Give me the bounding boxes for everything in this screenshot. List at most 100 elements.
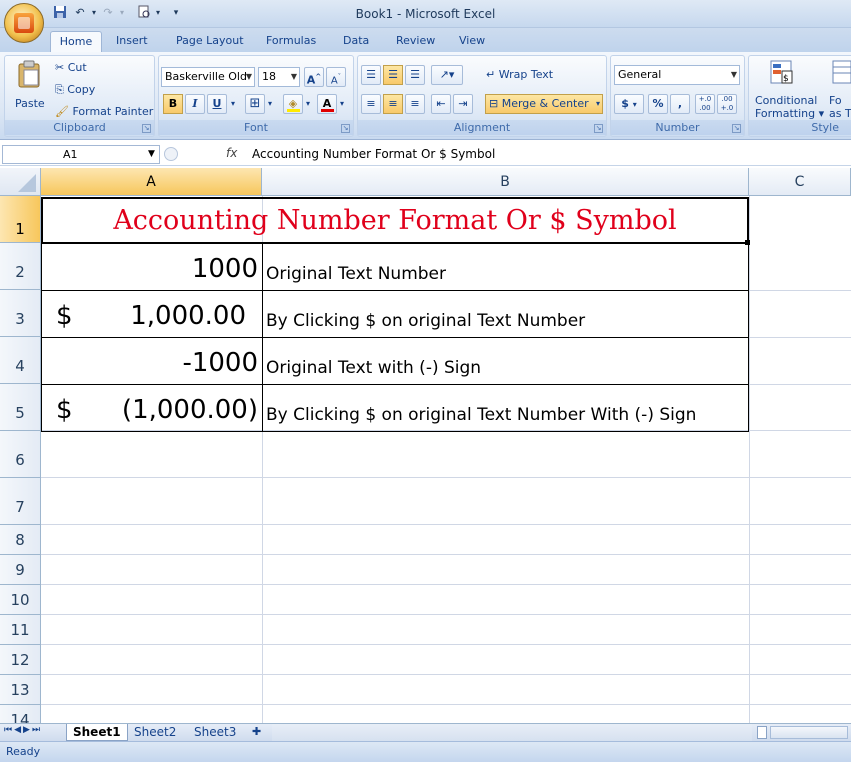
underline-button[interactable]: U	[207, 94, 227, 114]
cell-b2[interactable]: Original Text Number	[266, 264, 446, 284]
row-header-10[interactable]: 10	[0, 585, 41, 615]
name-box-dropdown-icon[interactable]: ▼	[148, 146, 155, 163]
font-name-dropdown-icon[interactable]: ▼	[246, 68, 252, 86]
cell-b4[interactable]: Original Text with (-) Sign	[266, 358, 481, 378]
align-right-icon[interactable]: ≡	[405, 94, 425, 114]
decrease-decimal-button[interactable]: .00 +.0	[717, 94, 737, 114]
column-header-a[interactable]: A	[41, 168, 262, 196]
row-header-6[interactable]: 6	[0, 431, 41, 478]
tab-page-layout[interactable]: Page Layout	[170, 31, 250, 52]
wrap-text-button[interactable]: ↵ Wrap Text	[486, 65, 553, 85]
formula-bar-grip-icon[interactable]	[164, 147, 178, 161]
alignment-launcher-icon[interactable]: ↘	[594, 124, 603, 133]
column-header-b[interactable]: B	[262, 168, 749, 196]
redo-dropdown-icon[interactable]: ▾	[114, 5, 130, 21]
sheet-tab-bar: ⏮◀▶⏭ Sheet1 Sheet2 Sheet3 ✚	[0, 723, 851, 741]
merged-title-cell[interactable]: Accounting Number Format Or $ Symbol	[41, 197, 749, 244]
save-icon[interactable]	[52, 5, 68, 21]
borders-dropdown-icon[interactable]: ▾	[265, 94, 275, 114]
customize-qat-icon[interactable]: ▾	[168, 5, 184, 21]
gridline	[41, 674, 851, 675]
percent-style-button[interactable]: %	[648, 94, 668, 114]
font-size-dropdown-icon[interactable]: ▼	[291, 68, 297, 86]
font-color-icon[interactable]: A	[317, 94, 337, 114]
number-format-dropdown-icon[interactable]: ▼	[731, 66, 737, 84]
cut-button[interactable]: ✂ Cut	[55, 58, 87, 78]
cell-a4[interactable]: -1000	[44, 348, 258, 378]
worksheet-grid[interactable]: A B C 1 2 3 4 5 6 7 8 9 10 11 12 13 14 A…	[0, 168, 851, 723]
row-header-5[interactable]: 5	[0, 384, 41, 431]
fill-color-icon[interactable]: ◈	[283, 94, 303, 114]
cell-a2[interactable]: 1000	[44, 254, 258, 284]
underline-dropdown-icon[interactable]: ▾	[228, 94, 238, 114]
decrease-indent-icon[interactable]: ⇤	[431, 94, 451, 114]
orientation-icon[interactable]: ↗▾	[431, 65, 463, 85]
row-header-7[interactable]: 7	[0, 478, 41, 525]
font-size-combo[interactable]: 18 ▼	[258, 67, 300, 87]
sheet-tab-sheet1[interactable]: Sheet1	[66, 724, 128, 741]
row-header-12[interactable]: 12	[0, 645, 41, 675]
row-header-9[interactable]: 9	[0, 555, 41, 585]
tab-formulas[interactable]: Formulas	[260, 31, 322, 52]
shrink-font-button[interactable]: Aˇ	[326, 67, 346, 87]
align-center-icon[interactable]: ≡	[383, 94, 403, 114]
row-header-3[interactable]: 3	[0, 290, 41, 337]
sheet-tab-sheet3[interactable]: Sheet3	[188, 724, 242, 741]
accounting-format-button[interactable]: $ ▾	[614, 94, 644, 114]
number-launcher-icon[interactable]: ↘	[732, 124, 741, 133]
fill-color-dropdown-icon[interactable]: ▾	[303, 94, 313, 114]
font-group: Baskerville Old ▼ 18 ▼ A^ Aˇ B I U ▾ ⊞ ▾ ◈…	[158, 55, 354, 137]
insert-sheet-icon[interactable]: ✚	[252, 725, 261, 738]
row-header-2[interactable]: 2	[0, 243, 41, 290]
comma-style-button[interactable]: ,	[670, 94, 690, 114]
borders-icon[interactable]: ⊞	[245, 94, 265, 114]
font-name-combo[interactable]: Baskerville Old ▼	[161, 67, 255, 87]
increase-decimal-button[interactable]: +.0 .00	[695, 94, 715, 114]
tab-data[interactable]: Data	[337, 31, 375, 52]
row-header-8[interactable]: 8	[0, 525, 41, 555]
row-header-11[interactable]: 11	[0, 615, 41, 645]
row-header-14[interactable]: 14	[0, 705, 41, 723]
cell-a3[interactable]: 1,000.00	[84, 301, 246, 331]
tab-view[interactable]: View	[453, 31, 491, 52]
name-box[interactable]: A1 ▼	[2, 145, 160, 164]
office-button[interactable]	[4, 3, 44, 43]
sheet-tab-sheet2[interactable]: Sheet2	[128, 724, 182, 741]
format-painter-button[interactable]: 🖌 Format Painter	[55, 102, 153, 122]
qat-dropdown-icon[interactable]: ▾	[150, 5, 166, 21]
italic-button[interactable]: I	[185, 94, 205, 114]
row-header-1[interactable]: 1	[0, 196, 41, 243]
sheet-nav-arrows-icon[interactable]: ⏮◀▶⏭	[4, 725, 42, 735]
tab-home[interactable]: Home	[50, 31, 102, 52]
align-bottom-icon[interactable]: ☰	[405, 65, 425, 85]
number-format-combo[interactable]: General ▼	[614, 65, 740, 85]
cell-a5[interactable]: (1,000.00)	[84, 395, 258, 425]
cell-b5[interactable]: By Clicking $ on original Text Number Wi…	[266, 405, 696, 425]
font-color-dropdown-icon[interactable]: ▾	[337, 94, 347, 114]
clipboard-launcher-icon[interactable]: ↘	[142, 124, 151, 133]
format-as-table-button[interactable]: Fo as T	[829, 94, 851, 120]
paste-button[interactable]: Paste	[11, 58, 47, 116]
font-launcher-icon[interactable]: ↘	[341, 124, 350, 133]
horizontal-scrollbar[interactable]	[770, 726, 848, 739]
row-header-4[interactable]: 4	[0, 337, 41, 384]
align-left-icon[interactable]: ≡	[361, 94, 381, 114]
select-all-corner[interactable]	[0, 168, 41, 196]
align-top-icon[interactable]: ☰	[361, 65, 381, 85]
merge-center-dropdown-icon[interactable]: ▾	[596, 95, 600, 113]
increase-indent-icon[interactable]: ⇥	[453, 94, 473, 114]
tab-review[interactable]: Review	[390, 31, 441, 52]
bold-button[interactable]: B	[163, 94, 183, 114]
conditional-formatting-button[interactable]: Conditional Formatting ▾	[755, 94, 824, 120]
copy-button[interactable]: ⎘ Copy	[55, 80, 95, 100]
formula-input[interactable]: Accounting Number Format Or $ Symbol	[252, 147, 495, 161]
tab-insert[interactable]: Insert	[110, 31, 154, 52]
column-header-c[interactable]: C	[749, 168, 851, 196]
split-box-icon[interactable]	[757, 726, 767, 739]
cell-b3[interactable]: By Clicking $ on original Text Number	[266, 311, 585, 331]
insert-function-icon[interactable]: fx	[226, 146, 237, 160]
align-middle-icon[interactable]: ☰	[383, 65, 403, 85]
row-header-13[interactable]: 13	[0, 675, 41, 705]
grow-font-button[interactable]: A^	[304, 67, 324, 87]
merge-center-button[interactable]: ⊟ Merge & Center ▾	[485, 94, 603, 114]
